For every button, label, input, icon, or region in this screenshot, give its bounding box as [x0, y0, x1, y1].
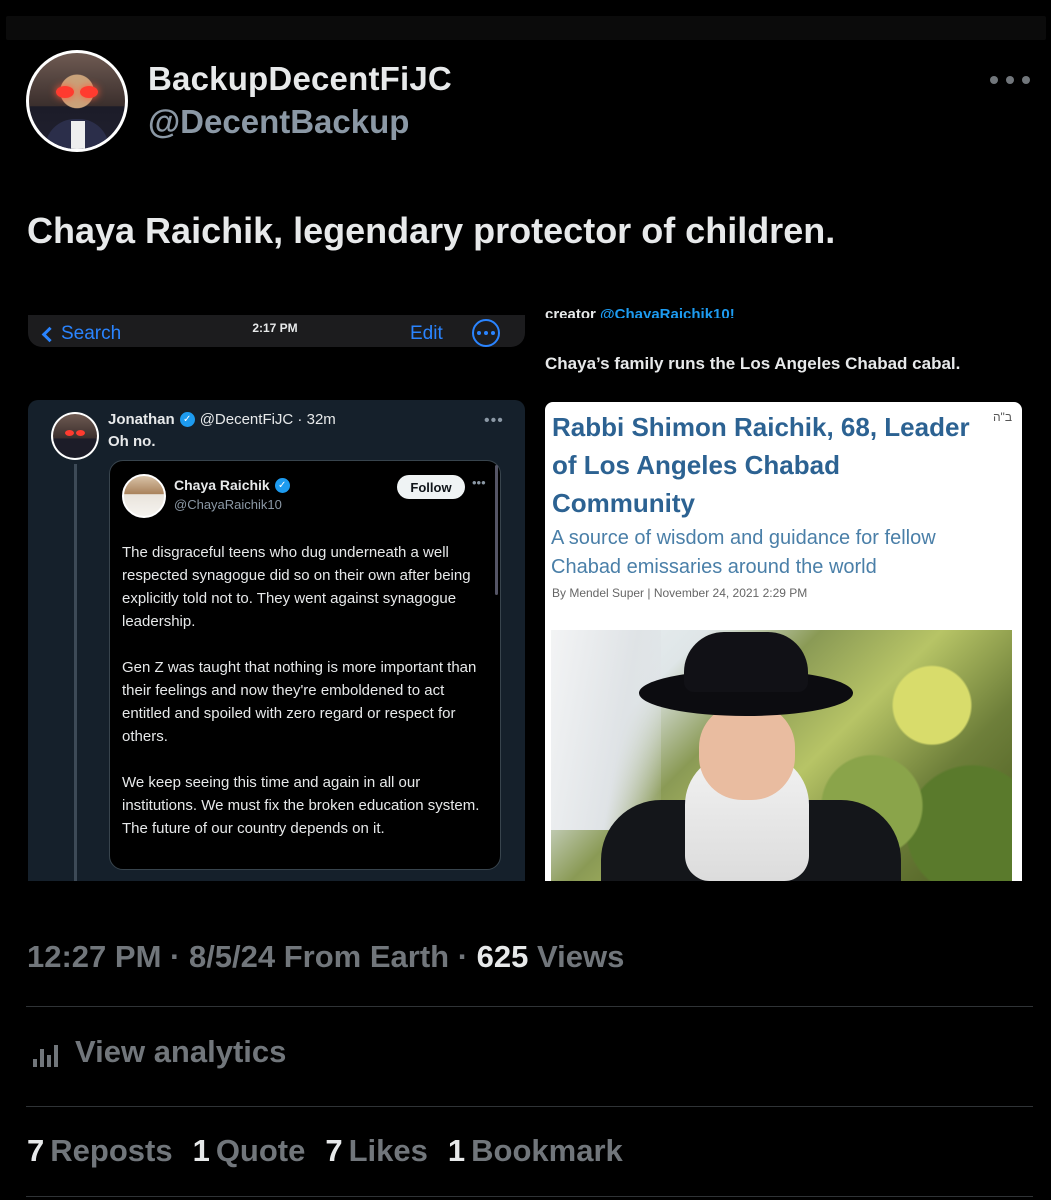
article-hebrew: ב"ה — [992, 410, 1012, 424]
reposts-count: 7 — [27, 1133, 45, 1168]
thread-line — [74, 464, 77, 881]
article-title: Rabbi Shimon Raichik, 68, Leader of Los … — [552, 412, 970, 518]
cut-text: creator — [545, 306, 601, 318]
timestamp: 12:27 PM · 8/5/24 From Earth · — [27, 939, 477, 974]
quote-stat[interactable]: 1 Quote — [193, 1133, 306, 1169]
views-count: 625 — [476, 939, 529, 974]
chevron-left-icon — [41, 326, 58, 342]
follow-button: Follow — [397, 475, 465, 499]
likes-label: Likes — [348, 1133, 428, 1168]
ellipsis-circle-icon — [472, 319, 500, 347]
reposts-stat[interactable]: 7 Reposts — [27, 1133, 173, 1169]
reply-handle: @DecentFiJC · 32m — [199, 411, 336, 428]
ios-time: 2:17 PM — [250, 321, 300, 335]
article-subtitle: A source of wisdom and guidance for fell… — [551, 527, 936, 578]
divider — [26, 1196, 1033, 1197]
quoted-avatar — [122, 474, 166, 518]
ios-back-label: Search — [61, 323, 122, 344]
article-image[interactable]: Rabbi Shimon Raichik, 68, Leader of Los … — [545, 402, 1022, 881]
ios-time-label: 2:17 PM — [252, 321, 298, 335]
view-analytics-button[interactable]: View analytics — [31, 1034, 286, 1070]
analytics-label: View analytics — [75, 1034, 287, 1069]
verified-badge-icon: ✓ — [274, 477, 290, 493]
sunglasses-icon — [56, 86, 100, 98]
quoted-more-icon: ••• — [472, 475, 486, 490]
divider — [26, 1006, 1033, 1007]
bookmark-count: 1 — [447, 1133, 466, 1168]
more-options-icon[interactable] — [990, 70, 1030, 90]
quote-label: Quote — [215, 1133, 306, 1168]
article-photo — [551, 630, 1012, 881]
quoted-name: Chaya Raichik — [174, 477, 270, 493]
quoted-paragraph: Gen Z was taught that nothing is more im… — [122, 659, 477, 745]
ios-nav-bar: Search 2:17 PM Edit — [28, 315, 525, 347]
reply-avatar — [51, 412, 99, 460]
top-bar — [6, 16, 1046, 40]
tweet-meta: 12:27 PM · 8/5/24 From Earth · 625 Views — [27, 939, 624, 975]
divider — [26, 1106, 1033, 1107]
reply-name: Jonathan — [108, 411, 175, 428]
reply-author: Jonathan ✓ @DecentFiJC · 32m — [108, 411, 336, 428]
verified-badge-icon: ✓ — [179, 412, 195, 427]
right-cut-text: creator @ChayaRaichik10! — [545, 304, 735, 318]
likes-stat[interactable]: 7 Likes — [325, 1133, 428, 1169]
ios-back-button: Search — [41, 323, 122, 345]
article-byline: By Mendel Super | November 24, 2021 2:29… — [552, 586, 808, 600]
scrollbar — [495, 465, 498, 595]
avatar[interactable] — [26, 50, 128, 152]
quoted-paragraph: The disgraceful teens who dug underneath… — [122, 544, 471, 630]
cut-link: @ChayaRaichik10! — [600, 306, 735, 318]
quoted-author: Chaya Raichik ✓ — [174, 477, 290, 493]
left-image[interactable]: Search 2:17 PM Edit Jonathan ✓ @DecentFi… — [28, 300, 525, 881]
analytics-icon — [31, 1037, 61, 1067]
quoted-paragraph: We keep seeing this time and again in al… — [122, 774, 480, 837]
tweet-text: Chaya Raichik, legendary protector of ch… — [27, 210, 836, 251]
display-name[interactable]: BackupDecentFiJC — [148, 60, 452, 98]
bookmark-label: Bookmark — [471, 1133, 623, 1168]
bookmark-stat[interactable]: 1 Bookmark — [448, 1133, 623, 1169]
user-handle[interactable]: @DecentBackup — [148, 103, 409, 141]
right-caption: Chaya’s family runs the Los Angeles Chab… — [545, 354, 961, 373]
engagement-stats: 7 Reposts 1 Quote 7 Likes 1 Bookmark — [27, 1133, 623, 1169]
ios-edit-button: Edit — [410, 323, 443, 344]
likes-count: 7 — [325, 1133, 343, 1168]
quoted-handle: @ChayaRaichik10 — [174, 497, 282, 512]
reposts-label: Reposts — [50, 1133, 173, 1168]
reply-more-icon: ••• — [484, 412, 504, 429]
avatar-photo — [29, 53, 125, 149]
views-label: Views — [528, 939, 625, 974]
quoted-text: The disgraceful teens who dug underneath… — [122, 541, 494, 863]
reply-tweet: Jonathan ✓ @DecentFiJC · 32m ••• Oh no. … — [28, 400, 525, 881]
reply-text: Oh no. — [108, 433, 156, 450]
quoted-tweet: Chaya Raichik ✓ @ChayaRaichik10 Follow •… — [109, 460, 501, 870]
quote-count: 1 — [192, 1133, 210, 1168]
